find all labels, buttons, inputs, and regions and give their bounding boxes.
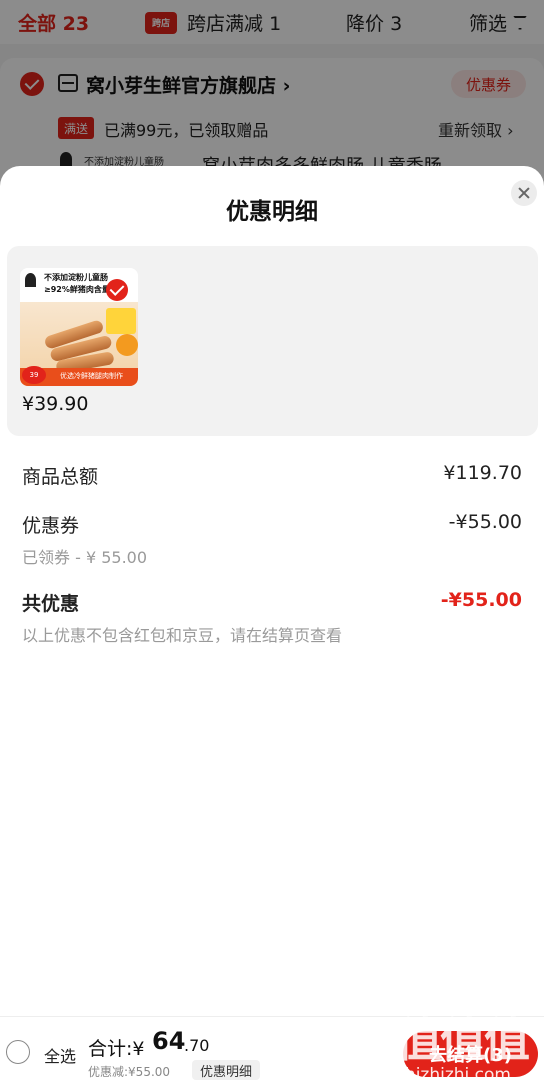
discount-note: 以上优惠不包含红包和京豆，请在结算页查看 bbox=[22, 626, 343, 645]
product-image-caption-1: 不添加淀粉儿童肠 bbox=[44, 273, 108, 282]
select-all-label[interactable]: 全选 bbox=[44, 1043, 76, 1067]
select-all-checkbox[interactable] bbox=[6, 1040, 30, 1064]
brand-logo-icon bbox=[25, 273, 36, 287]
total-amount-decimal: .70 bbox=[184, 1036, 210, 1055]
product-image-banner-text: 优选冷鲜猪腿肉制作 bbox=[60, 372, 123, 380]
total-discount-label: 共优惠 bbox=[22, 593, 80, 615]
total-discount-value: -¥55.00 bbox=[440, 589, 522, 611]
close-icon[interactable] bbox=[511, 180, 537, 206]
goods-total-label: 商品总额 bbox=[22, 466, 99, 488]
discount-summary: 优惠减:¥55.00 bbox=[88, 1065, 171, 1079]
goods-total-value: ¥119.70 bbox=[443, 462, 522, 484]
sheet-title: 优惠明细 bbox=[226, 199, 318, 225]
package-illustration bbox=[106, 308, 136, 334]
total-label: 合计:¥ bbox=[88, 1038, 145, 1060]
product-image-caption-2: ≥92%鲜猪肉含量 bbox=[44, 285, 110, 294]
product-price: ¥39.90 bbox=[22, 393, 89, 415]
coupon-label: 优惠券 bbox=[22, 515, 80, 537]
coupon-value: -¥55.00 bbox=[448, 511, 522, 533]
product-image-price-badge: 39 bbox=[22, 366, 46, 384]
discount-detail-button[interactable]: 优惠明细 bbox=[192, 1060, 261, 1080]
watermark-logo: 值值值 bbox=[396, 1013, 530, 1067]
mascot-illustration bbox=[116, 334, 138, 356]
product-selected-check-icon[interactable] bbox=[106, 279, 128, 301]
total-amount-integer: 64 bbox=[152, 1027, 186, 1055]
coupon-sub-label: 已领券 - ¥ 55.00 bbox=[22, 548, 148, 567]
watermark-domain: zhizhizhi.com bbox=[396, 1065, 511, 1085]
